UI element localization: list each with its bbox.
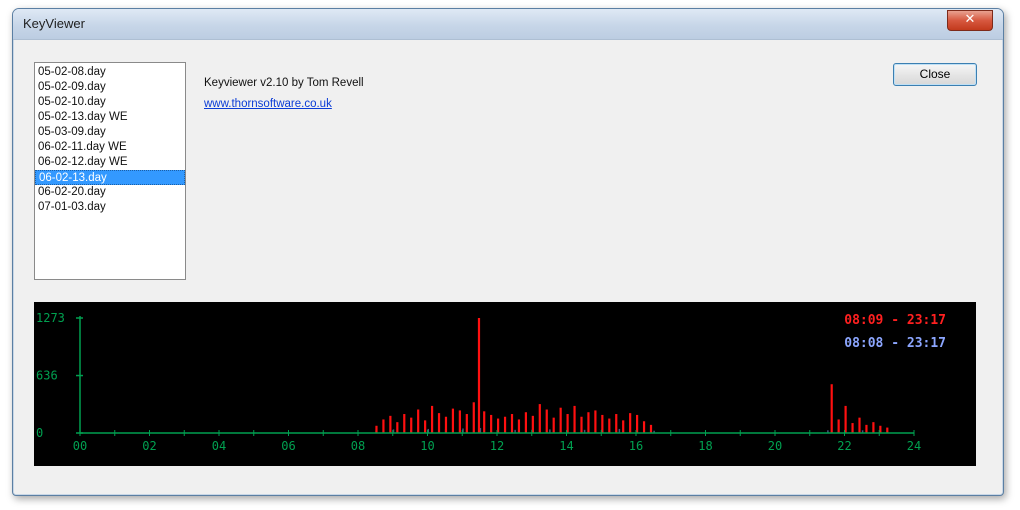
file-list-item[interactable]: 07-01-03.day [35,200,185,215]
chart-svg: 1273636000 02 04 06 08 10 12 14 16 18 20 22 2408:09 … [36,311,946,453]
close-button[interactable]: Close [893,63,977,86]
file-listbox[interactable]: 05-02-08.day 05-02-09.day 05-02-10.day 05-0… [34,62,186,280]
chart-bar [851,423,854,433]
chart-bar [417,409,420,433]
x-tick-label: 06 [281,439,295,453]
file-list-item[interactable]: 05-02-13.day WE [35,110,185,125]
y-tick-label: 0 [36,426,43,440]
chart-bar [587,412,590,433]
chart-bar [545,409,548,433]
keystroke-chart: 1273 636 0 00 02 04 06 08 10 12 14 16 18 20 22 24 08:09 … [34,302,976,466]
chart-bar [389,415,392,433]
chart-bar [872,422,875,433]
chart-bar [517,419,521,433]
website-link[interactable]: www.thornsoftware.co.uk [204,98,332,110]
chart-bar [424,420,427,433]
x-tick-label: 10 [420,439,434,453]
file-list-item[interactable]: 05-02-09.day [35,80,185,95]
chart-bar [649,424,653,433]
x-tick-label: 08 [351,439,365,453]
chart-bar [608,418,611,433]
keyviewer-window: KeyViewer ✕ 05-02-08.day 05-02-09.day 05-0… [12,8,1004,496]
y-tick-label: 1273 [36,311,65,325]
chart-bar [573,405,576,433]
chart-bar [858,417,861,433]
file-list-item[interactable]: 05-03-09.day [35,125,185,140]
chart-bar [865,424,868,433]
x-tick-label: 18 [698,439,712,453]
client-area: 05-02-08.day 05-02-09.day 05-02-10.day 05-0… [20,40,996,488]
chart-bar [472,402,475,433]
chart-bar [458,410,461,433]
x-tick-label: 16 [629,439,643,453]
legend-range-red: 08:09 - 23:17 [844,313,946,328]
chart-bar [396,422,399,433]
y-tick-label: 636 [36,369,58,383]
window-close-icon[interactable]: ✕ [947,10,993,31]
chart-bar [837,419,840,433]
chart-bar [830,384,833,433]
chart-bar [642,421,646,433]
chart-bar [382,419,385,433]
chart-bar [524,412,527,433]
x-tick-label: 12 [490,439,504,453]
chart-bar [615,414,618,433]
file-list-item[interactable]: 06-02-11.day WE [35,140,185,155]
chart-bar [375,425,378,433]
chart-bar [503,416,507,433]
chart-bar [444,416,448,433]
chart-bar [629,413,632,433]
x-tick-label: 02 [142,439,156,453]
x-tick-label: 14 [559,439,573,453]
chart-bar [580,416,583,433]
version-label: Keyviewer v2.10 by Tom Revell [204,77,364,89]
file-list-item[interactable]: 06-02-20.day [35,185,185,200]
file-list-item[interactable]: 05-02-10.day [35,95,185,110]
file-list-item[interactable]: 06-02-12.day WE [35,155,185,170]
chart-bar [451,408,455,433]
chart-bar [559,407,562,433]
chart-bar [490,414,493,433]
chart-bar [477,318,481,433]
x-tick-label: 00 [73,439,87,453]
chart-bar [552,417,555,433]
chart-bar [465,414,468,433]
chart-bar [594,410,597,433]
x-tick-label: 22 [837,439,851,453]
title-bar[interactable]: KeyViewer ✕ [13,9,1003,40]
chart-bar [510,414,514,433]
chart-bar [538,404,541,433]
window-title: KeyViewer [23,16,85,31]
x-tick-label: 20 [768,439,782,453]
chart-bar [886,427,889,433]
chart-bar [437,413,441,433]
chart-bar [403,414,406,433]
x-tick-label: 04 [212,439,226,453]
x-tick-label: 24 [907,439,921,453]
chart-bar [844,405,847,433]
chart-bar [410,417,413,433]
chart-bar [430,405,434,433]
chart-bar [622,420,625,433]
file-list-item[interactable]: 05-02-08.day [35,65,185,80]
file-list-item[interactable]: 06-02-13.day [35,170,185,185]
legend-range-blue: 08:08 - 23:17 [844,336,946,351]
chart-bar [483,411,486,433]
